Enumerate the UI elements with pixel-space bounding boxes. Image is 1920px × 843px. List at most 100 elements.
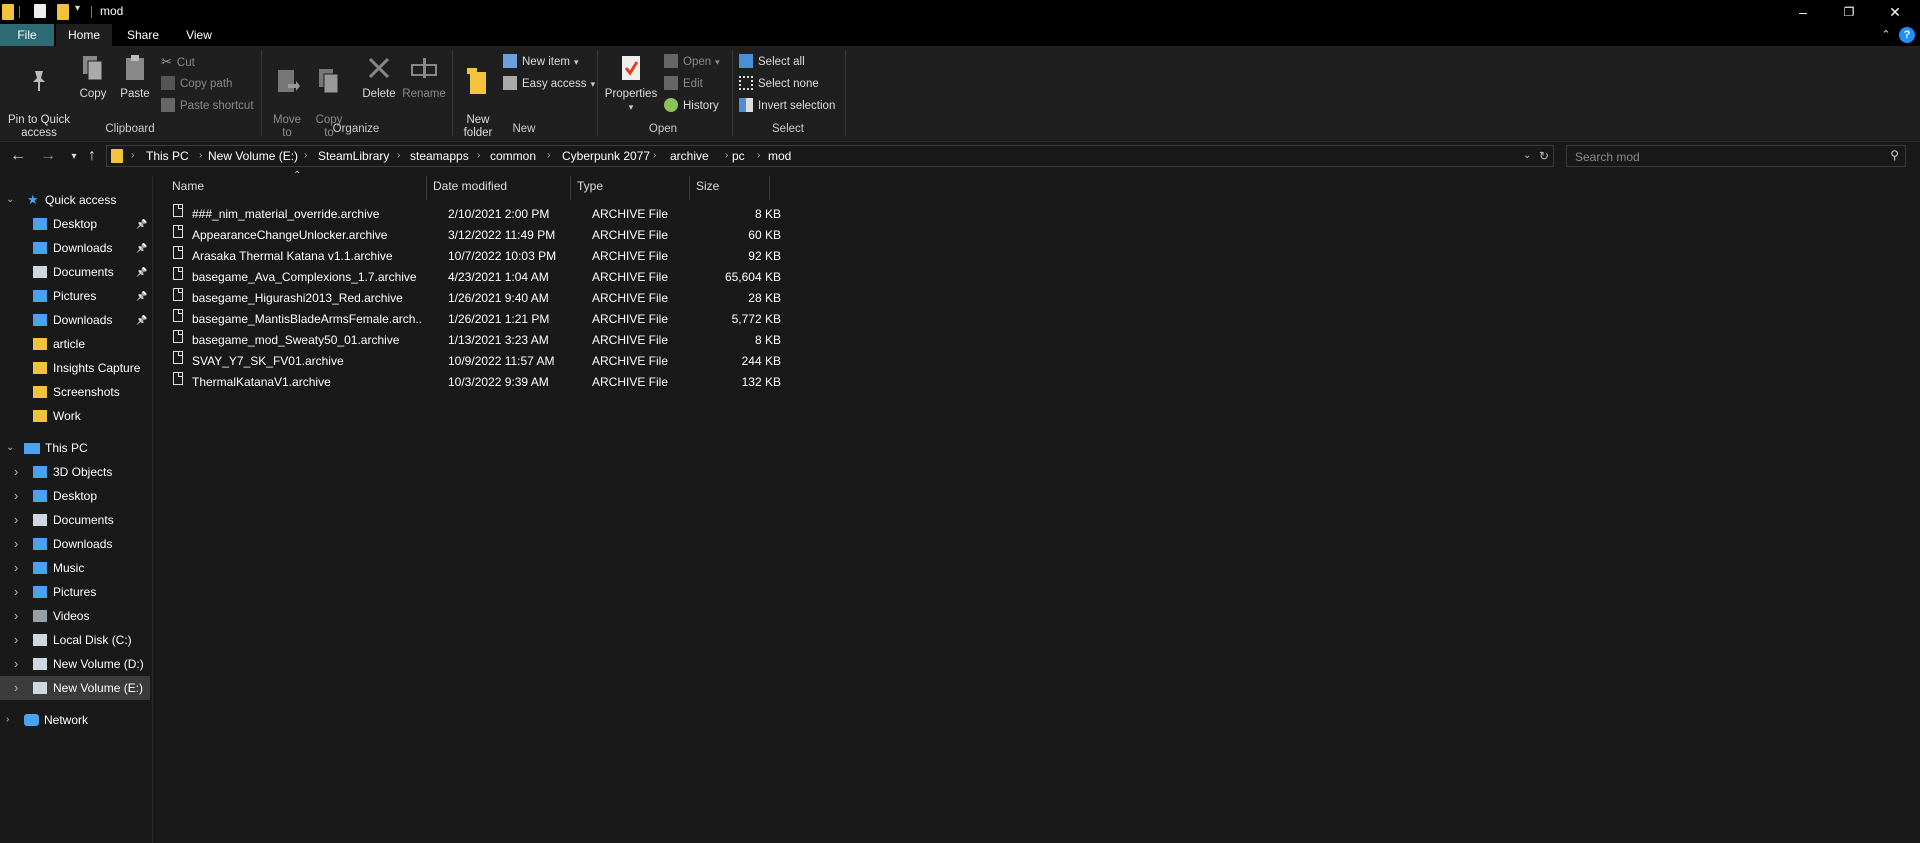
new-item-button[interactable]: New item ▾ — [503, 52, 578, 72]
chevron-down-icon[interactable]: ⌄ — [6, 436, 14, 460]
close-button[interactable]: ✕ — [1872, 0, 1918, 24]
chevron-right-icon[interactable]: › — [14, 580, 18, 604]
file-list[interactable]: ⌃ Name Date modified Type Size ###_nim_m… — [153, 170, 1920, 843]
breadcrumb-pc[interactable]: pc — [732, 146, 745, 166]
table-row[interactable]: basegame_Ava_Complexions_1.7.archive 4/23… — [168, 267, 781, 288]
rename-button[interactable]: Rename — [401, 52, 447, 101]
breadcrumb-new-volume-e[interactable]: New Volume (E:) — [208, 146, 298, 166]
history-button[interactable]: History — [664, 96, 719, 116]
nav-pc-item[interactable]: › New Volume (E:) — [0, 676, 150, 700]
chevron-right-icon[interactable]: › — [14, 556, 18, 580]
cut-button[interactable]: ✂ Cut — [161, 52, 195, 72]
nav-quick-item[interactable]: article — [0, 332, 150, 356]
breadcrumb-archive[interactable]: archive — [670, 146, 709, 166]
copy-button[interactable]: Copy — [76, 52, 110, 101]
nav-pc-item[interactable]: › New Volume (D:) — [0, 652, 150, 676]
nav-network[interactable]: › Network — [0, 708, 150, 732]
tab-home[interactable]: Home — [56, 24, 112, 46]
chevron-right-icon[interactable]: › — [14, 628, 18, 652]
nav-pc-item[interactable]: › Pictures — [0, 580, 150, 604]
nav-quick-item[interactable]: Downloads 📌 — [0, 308, 150, 332]
table-row[interactable]: SVAY_Y7_SK_FV01.archive 10/9/2022 11:57 A… — [168, 351, 781, 372]
table-row[interactable]: basegame_mod_Sweaty50_01.archive 1/13/202… — [168, 330, 781, 351]
collapse-ribbon-icon[interactable]: ⌃ — [1876, 24, 1896, 46]
paste-button[interactable]: Paste — [118, 52, 152, 101]
pin-quick-access-button[interactable]: Pin to Quick access — [4, 52, 74, 140]
nav-pc-item[interactable]: › Music — [0, 556, 150, 580]
column-separator[interactable] — [689, 176, 690, 200]
breadcrumb-steamlibrary[interactable]: SteamLibrary — [318, 146, 389, 166]
refresh-icon[interactable]: ↻ — [1539, 146, 1549, 166]
recent-locations-button[interactable]: ▾ — [64, 146, 84, 166]
invert-selection-button[interactable]: Invert selection — [739, 96, 835, 116]
chevron-right-icon[interactable]: › — [14, 484, 18, 508]
delete-button[interactable]: Delete — [359, 52, 399, 101]
chevron-right-icon[interactable]: › — [14, 508, 18, 532]
nav-pc-item[interactable]: › 3D Objects — [0, 460, 150, 484]
chevron-right-icon[interactable]: › — [14, 532, 18, 556]
edit-button[interactable]: Edit — [664, 74, 703, 94]
nav-quick-item[interactable]: Screenshots — [0, 380, 150, 404]
properties-button[interactable]: Properties ▾ — [601, 52, 661, 114]
nav-pc-item[interactable]: › Desktop — [0, 484, 150, 508]
table-row[interactable]: ThermalKatanaV1.archive 10/3/2022 9:39 AM… — [168, 372, 781, 393]
table-row[interactable]: ###_nim_material_override.archive 2/10/20… — [168, 204, 781, 225]
chevron-right-icon[interactable]: › — [14, 652, 18, 676]
move-to-button[interactable]: Move to — [268, 52, 306, 140]
nav-quick-item[interactable]: Desktop 📌 — [0, 212, 150, 236]
nav-quick-item[interactable]: Work — [0, 404, 150, 428]
table-row[interactable]: basegame_MantisBladeArmsFemale.arch... 1/… — [168, 309, 781, 330]
breadcrumb-cyberpunk-2077[interactable]: Cyberpunk 2077 — [562, 146, 650, 166]
select-all-button[interactable]: Select all — [739, 52, 805, 72]
up-button[interactable]: ↑ — [82, 146, 102, 166]
tab-share[interactable]: Share — [114, 24, 172, 46]
nav-quick-item[interactable]: Insights Capture — [0, 356, 150, 380]
select-none-button[interactable]: Select none — [739, 74, 819, 94]
breadcrumb-common[interactable]: common — [490, 146, 536, 166]
column-separator[interactable] — [570, 176, 571, 200]
address-dropdown-icon[interactable]: ⌄ — [1523, 146, 1531, 166]
nav-this-pc[interactable]: ⌄ This PC — [0, 436, 150, 460]
search-icon[interactable]: ⚲ — [1890, 148, 1899, 162]
open-button[interactable]: Open ▾ — [664, 52, 720, 72]
nav-quick-access[interactable]: ⌄ ★ Quick access — [0, 188, 150, 212]
breadcrumb-this-pc[interactable]: This PC — [146, 146, 189, 166]
nav-quick-item[interactable]: Pictures 📌 — [0, 284, 150, 308]
tab-file[interactable]: File — [0, 24, 54, 46]
column-separator[interactable] — [769, 176, 770, 200]
minimize-button[interactable]: – — [1780, 0, 1826, 24]
properties-quick-icon[interactable] — [34, 4, 46, 18]
new-folder-quick-icon[interactable] — [57, 4, 69, 20]
easy-access-button[interactable]: Easy access ▾ — [503, 74, 595, 94]
nav-pc-item[interactable]: › Downloads — [0, 532, 150, 556]
paste-shortcut-button[interactable]: Paste shortcut — [161, 96, 254, 116]
back-button[interactable]: ← — [8, 146, 28, 166]
table-row[interactable]: AppearanceChangeUnlocker.archive 3/12/202… — [168, 225, 781, 246]
nav-quick-item[interactable]: Documents 📌 — [0, 260, 150, 284]
breadcrumb-mod[interactable]: mod — [768, 146, 791, 166]
chevron-right-icon[interactable]: › — [14, 676, 18, 700]
column-separator[interactable] — [426, 176, 427, 200]
search-box[interactable]: ⚲ — [1566, 145, 1906, 167]
restore-button[interactable]: ❐ — [1826, 0, 1872, 24]
search-input[interactable] — [1573, 147, 1877, 167]
tab-view[interactable]: View — [172, 24, 226, 46]
nav-quick-item[interactable]: Downloads 📌 — [0, 236, 150, 260]
help-icon[interactable]: ? — [1899, 27, 1915, 43]
column-header-date[interactable]: Date modified — [433, 176, 507, 196]
column-header-name[interactable]: Name — [172, 176, 204, 196]
chevron-right-icon[interactable]: › — [14, 460, 18, 484]
customize-quick-access-icon[interactable]: ▾ — [75, 3, 80, 19]
column-header-type[interactable]: Type — [577, 176, 603, 196]
column-header-size[interactable]: Size — [696, 176, 719, 196]
nav-pc-item[interactable]: › Documents — [0, 508, 150, 532]
chevron-down-icon[interactable]: ⌄ — [6, 188, 14, 212]
nav-pc-item[interactable]: › Local Disk (C:) — [0, 628, 150, 652]
table-row[interactable]: basegame_Higurashi2013_Red.archive 1/26/2… — [168, 288, 781, 309]
address-bar[interactable]: › This PC › New Volume (E:) › SteamLibra… — [106, 145, 1554, 167]
table-row[interactable]: Arasaka Thermal Katana v1.1.archive 10/7/… — [168, 246, 781, 267]
breadcrumb-steamapps[interactable]: steamapps — [410, 146, 469, 166]
nav-pc-item[interactable]: › Videos — [0, 604, 150, 628]
navigation-pane[interactable]: ⌄ ★ Quick access Desktop 📌 Downloads 📌 Docum… — [0, 176, 153, 843]
chevron-right-icon[interactable]: › — [6, 708, 9, 732]
